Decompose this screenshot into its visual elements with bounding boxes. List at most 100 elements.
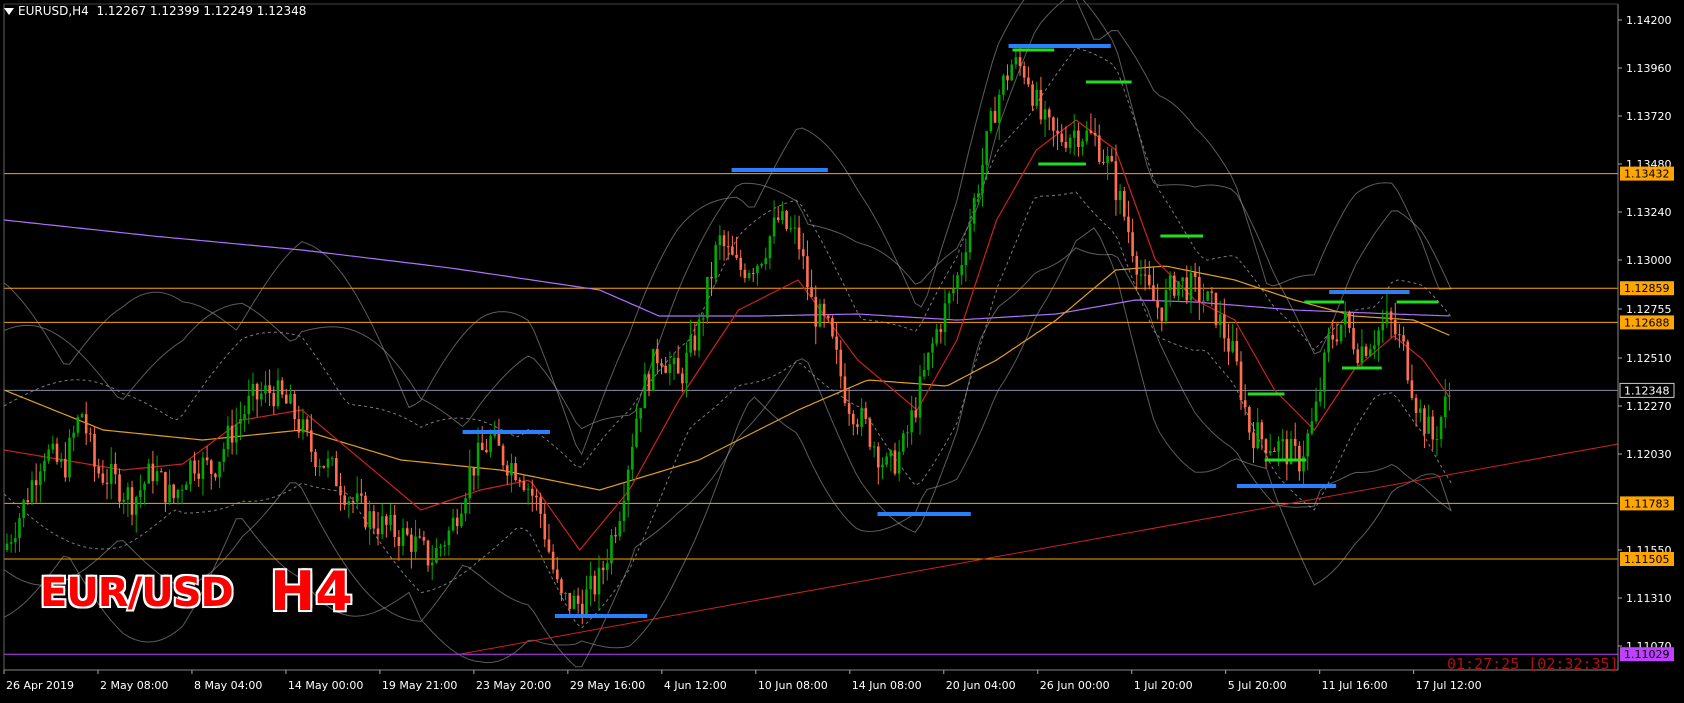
candle-body	[685, 352, 688, 384]
x-tick-label: 14 May 00:00	[288, 679, 363, 692]
y-tick-label: 1.12755	[1626, 303, 1672, 316]
candle-body	[947, 293, 951, 304]
x-tick-label: 14 Jun 08:00	[852, 679, 922, 692]
candle-body	[1310, 421, 1314, 434]
candle-body	[93, 434, 96, 467]
candle-body	[977, 193, 980, 198]
timeframe-label: H4	[270, 560, 353, 623]
green-mark-1	[1038, 162, 1086, 166]
candle-body	[414, 536, 417, 552]
candle-body	[972, 197, 976, 224]
y-tick-label: 1.13000	[1626, 254, 1672, 267]
candle-body	[5, 543, 9, 550]
candle-body	[64, 458, 67, 478]
candle-body	[1268, 451, 1272, 454]
candle-body	[514, 463, 517, 481]
candle-body	[539, 497, 542, 514]
candle-body	[47, 449, 50, 461]
candle-body	[1085, 130, 1089, 142]
candle-body	[1389, 311, 1393, 321]
candle-body	[1385, 311, 1389, 324]
candle-body	[722, 235, 726, 247]
candle-body	[1235, 341, 1239, 362]
candle-body	[876, 446, 880, 468]
candle-body	[1439, 417, 1443, 440]
candle-body	[714, 245, 718, 279]
candle-body	[1006, 75, 1009, 81]
candle-body	[14, 538, 17, 543]
candle-body	[314, 451, 317, 468]
candle-body	[697, 319, 701, 351]
candle-body	[1327, 334, 1330, 353]
candle-body	[1318, 391, 1322, 402]
green-mark-7	[1342, 366, 1382, 370]
candle-body	[422, 537, 426, 541]
candle-body	[1177, 281, 1180, 296]
candle-body	[1306, 433, 1310, 457]
candle-body	[489, 436, 492, 453]
candle-body	[214, 473, 217, 478]
candle-body	[693, 335, 697, 351]
candle-body	[451, 517, 455, 531]
candle-body	[1206, 291, 1209, 301]
candle-body	[68, 437, 71, 478]
candle-body	[335, 458, 338, 487]
candle-body	[189, 460, 192, 485]
candle-body	[526, 488, 530, 490]
candle-body	[589, 575, 592, 590]
candle-body	[1210, 291, 1214, 293]
candle-body	[914, 410, 918, 418]
candle-body	[1152, 285, 1155, 301]
candle-body	[764, 258, 768, 264]
candle-body	[293, 393, 296, 420]
candle-body	[172, 484, 176, 499]
candle-body	[455, 517, 459, 527]
candle-body	[1231, 341, 1234, 352]
x-tick-label: 11 Jul 16:00	[1322, 679, 1388, 692]
candle-body	[251, 383, 255, 396]
price-chart[interactable]: 1.14200 1.13960 1.13720 1.13480 1.13240 1.130…	[0, 0, 1684, 699]
candle-body	[839, 349, 843, 377]
candle-body	[1398, 334, 1401, 336]
x-tick-label: 10 Jun 08:00	[758, 679, 828, 692]
candle-body	[676, 358, 680, 374]
candle-body	[360, 493, 363, 496]
candle-body	[935, 329, 938, 344]
candle-body	[501, 445, 505, 466]
candle-body	[101, 473, 105, 483]
candle-body	[222, 449, 226, 462]
candle-body	[97, 466, 100, 474]
candle-body	[889, 450, 893, 457]
candle-body	[197, 473, 201, 479]
candle-body	[985, 131, 988, 165]
candle-body	[510, 463, 513, 476]
candle-body	[1089, 130, 1093, 133]
candle-body	[785, 211, 788, 229]
candle-body	[843, 376, 847, 404]
x-tick-label: 5 Jul 20:00	[1228, 679, 1287, 692]
x-tick-label: 19 May 21:00	[382, 679, 457, 692]
dropdown-triangle-icon[interactable]	[4, 8, 14, 15]
x-tick-label: 17 Jul 12:00	[1416, 679, 1482, 692]
candle-body	[626, 469, 630, 501]
candle-body	[1081, 141, 1084, 147]
candle-body	[772, 217, 776, 237]
candle-body	[831, 317, 834, 337]
candle-body	[339, 486, 342, 496]
candle-body	[551, 551, 555, 570]
chart-canvas[interactable]: 1.142001.139601.137201.134801.132401.130…	[0, 0, 1684, 699]
candle-body	[109, 463, 113, 484]
candle-body	[134, 497, 138, 515]
candle-body	[910, 410, 913, 433]
candle-body	[435, 547, 438, 563]
candle-body	[401, 528, 405, 546]
candle-body	[1097, 135, 1101, 162]
green-mark-8	[1396, 300, 1439, 304]
candle-body	[59, 458, 63, 462]
candle-body	[180, 489, 184, 491]
candle-body	[1039, 89, 1043, 120]
candle-body	[380, 516, 384, 535]
candle-body	[710, 276, 713, 279]
candle-body	[981, 164, 984, 194]
candle-body	[18, 518, 21, 539]
